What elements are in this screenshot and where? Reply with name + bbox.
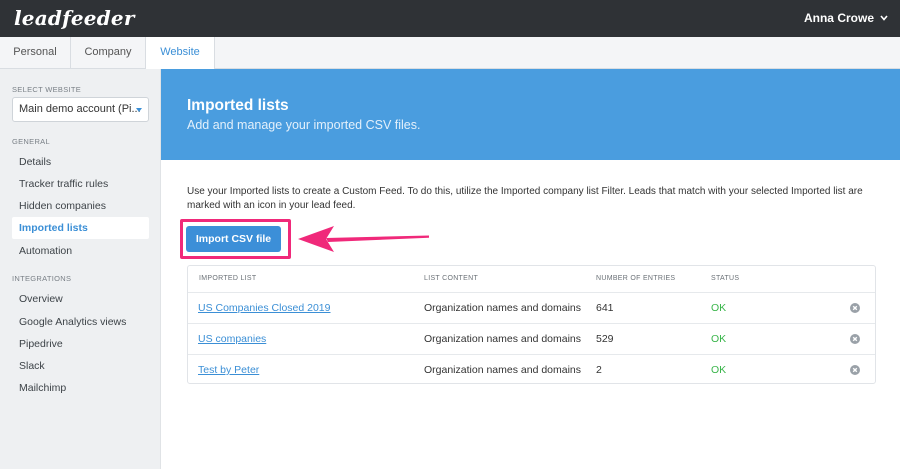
- sidebar-item-details[interactable]: Details: [12, 151, 149, 173]
- user-name: Anna Crowe: [803, 11, 874, 25]
- sidebar-item-hidden-companies[interactable]: Hidden companies: [12, 195, 149, 217]
- list-content: Organization names and domains: [424, 302, 582, 314]
- status-badge: OK: [711, 364, 727, 376]
- selected-website: Main demo account (Pi...: [19, 103, 141, 115]
- page-header-banner: Imported lists Add and manage your impor…: [161, 69, 900, 160]
- tab-company[interactable]: Company: [71, 37, 146, 69]
- sidebar-item-mailchimp[interactable]: Mailchimp: [12, 377, 149, 399]
- entry-count: 529: [596, 333, 614, 345]
- sidebar-item-tracker-traffic-rules[interactable]: Tracker traffic rules: [12, 173, 149, 195]
- sidebar-item-automation[interactable]: Automation: [12, 240, 149, 262]
- chevron-down-icon: [880, 15, 888, 21]
- column-header-number-of-entries: NUMBER OF ENTRIES: [596, 275, 676, 282]
- entry-count: 641: [596, 302, 614, 314]
- status-badge: OK: [711, 333, 727, 345]
- status-badge: OK: [711, 302, 727, 314]
- website-select[interactable]: Main demo account (Pi...: [12, 97, 149, 122]
- list-name-link[interactable]: Test by Peter: [198, 364, 259, 376]
- sidebar: SELECT WEBSITE Main demo account (Pi... …: [0, 69, 161, 469]
- table-row: US Companies Closed 2019 Organization na…: [188, 292, 875, 323]
- column-header-imported-list: IMPORTED LIST: [199, 275, 257, 282]
- imported-lists-table: IMPORTED LIST LIST CONTENT NUMBER OF ENT…: [187, 265, 876, 384]
- tab-website[interactable]: Website: [146, 37, 215, 70]
- column-header-status: STATUS: [711, 275, 740, 282]
- remove-circle-icon[interactable]: [850, 365, 860, 375]
- sidebar-item-google-analytics-views[interactable]: Google Analytics views: [12, 311, 149, 333]
- user-menu[interactable]: Anna Crowe: [804, 11, 888, 25]
- remove-circle-icon[interactable]: [850, 303, 860, 313]
- column-header-list-content: LIST CONTENT: [424, 275, 479, 282]
- list-name-link[interactable]: US companies: [198, 333, 266, 345]
- leadfeeder-logo[interactable]: leadfeeder: [14, 6, 135, 30]
- select-website-label: SELECT WEBSITE: [12, 85, 82, 94]
- list-name-link[interactable]: US Companies Closed 2019: [198, 302, 331, 314]
- sidebar-item-imported-lists[interactable]: Imported lists: [12, 217, 149, 239]
- table-row: US companies Organization names and doma…: [188, 323, 875, 354]
- top-bar: leadfeeder Anna Crowe: [0, 0, 900, 37]
- settings-tabs: Personal Company Website: [0, 37, 900, 70]
- page-subtitle: Add and manage your imported CSV files.: [187, 118, 421, 132]
- sidebar-item-slack[interactable]: Slack: [12, 355, 149, 377]
- import-csv-button[interactable]: Import CSV file: [186, 226, 281, 252]
- arrow-left-icon: [296, 224, 432, 259]
- list-content: Organization names and domains: [424, 333, 582, 345]
- tab-personal[interactable]: Personal: [0, 37, 71, 69]
- description-text: Use your Imported lists to create a Cust…: [187, 186, 863, 211]
- sidebar-item-overview[interactable]: Overview: [12, 288, 149, 310]
- table-row: Test by Peter Organization names and dom…: [188, 354, 875, 385]
- remove-circle-icon[interactable]: [850, 334, 860, 344]
- list-content: Organization names and domains: [424, 364, 582, 376]
- entry-count: 2: [596, 364, 602, 376]
- sidebar-item-pipedrive[interactable]: Pipedrive: [12, 333, 149, 355]
- integrations-section-label: INTEGRATIONS: [12, 274, 72, 283]
- general-section-label: GENERAL: [12, 137, 50, 146]
- page-title: Imported lists: [187, 97, 289, 114]
- caret-down-icon: [136, 108, 142, 112]
